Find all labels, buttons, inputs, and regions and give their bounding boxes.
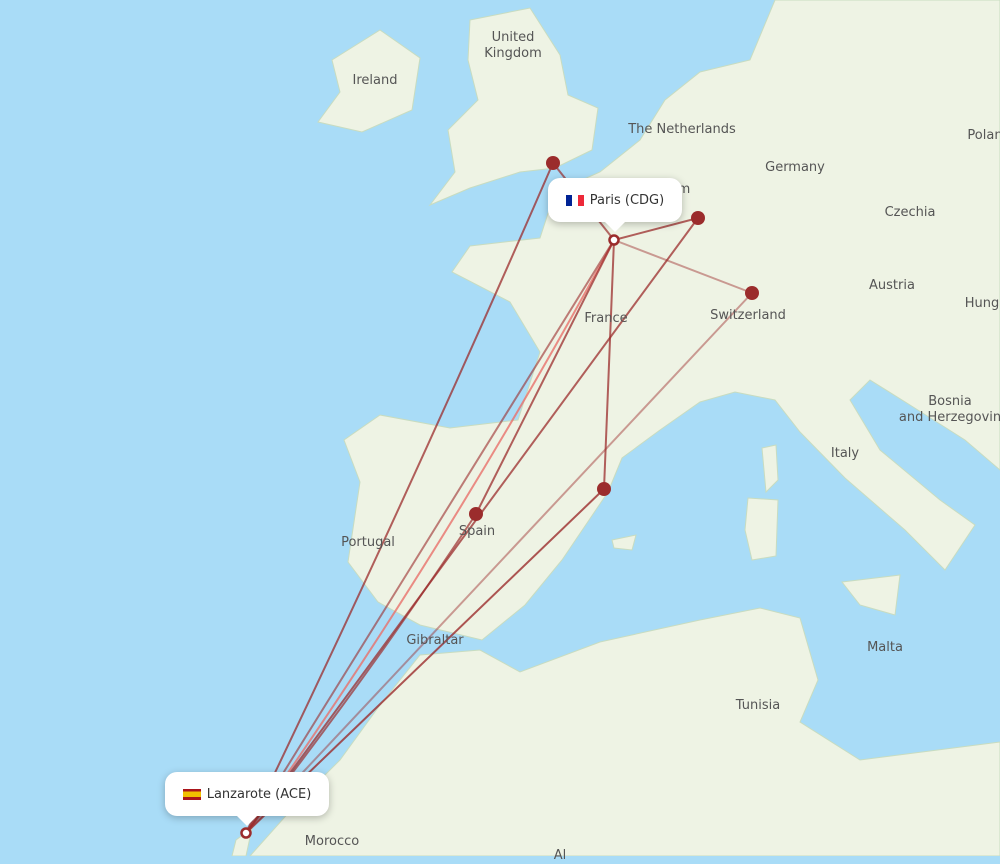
destination-marker[interactable] (691, 211, 705, 225)
map-label: Germany (765, 160, 825, 175)
map-label: Austria (869, 278, 915, 293)
origin-tooltip[interactable]: Lanzarote (ACE) (165, 772, 329, 826)
map-label: Al (553, 848, 567, 863)
map-label: Spain (458, 524, 496, 539)
airport-marker[interactable] (608, 234, 620, 246)
origin-city: Lanzarote (ACE) (206, 786, 312, 802)
map-label: Switzerland (710, 308, 786, 323)
europe-mainland (343, 0, 1000, 641)
france-flag-icon (565, 194, 584, 206)
map-label: The Netherlands (628, 122, 736, 137)
map-label: Morocco (304, 834, 360, 849)
hub-city: Paris (CDG) (589, 192, 665, 208)
map-label: Hung (964, 296, 1000, 311)
map-label: United Kingdom (484, 30, 542, 61)
balearic (611, 534, 637, 551)
corsica (761, 444, 779, 494)
destination-marker[interactable] (597, 482, 611, 496)
map-label: Gibraltar (406, 633, 464, 648)
map-canvas[interactable] (0, 0, 1000, 856)
destination-marker[interactable] (469, 507, 483, 521)
sardinia (744, 497, 779, 561)
map-label: Portugal (341, 535, 395, 550)
map-label: Italy (830, 446, 860, 461)
destination-marker[interactable] (745, 286, 759, 300)
map-label: Czechia (884, 205, 936, 220)
map-label: France (584, 311, 628, 326)
map-label: Polan (967, 128, 1000, 143)
destination-marker[interactable] (546, 156, 560, 170)
spain-flag-icon (182, 788, 201, 800)
land (231, 0, 1000, 856)
map-label: Bosnia and Herzegovin (898, 394, 1000, 425)
sicily (841, 574, 901, 616)
map-label: Tunisia (735, 698, 781, 713)
airport-marker[interactable] (240, 827, 252, 839)
map-label: Ireland (352, 73, 398, 88)
map-label: Malta (867, 640, 903, 655)
hub-tooltip[interactable]: Paris (CDG) (548, 178, 682, 232)
